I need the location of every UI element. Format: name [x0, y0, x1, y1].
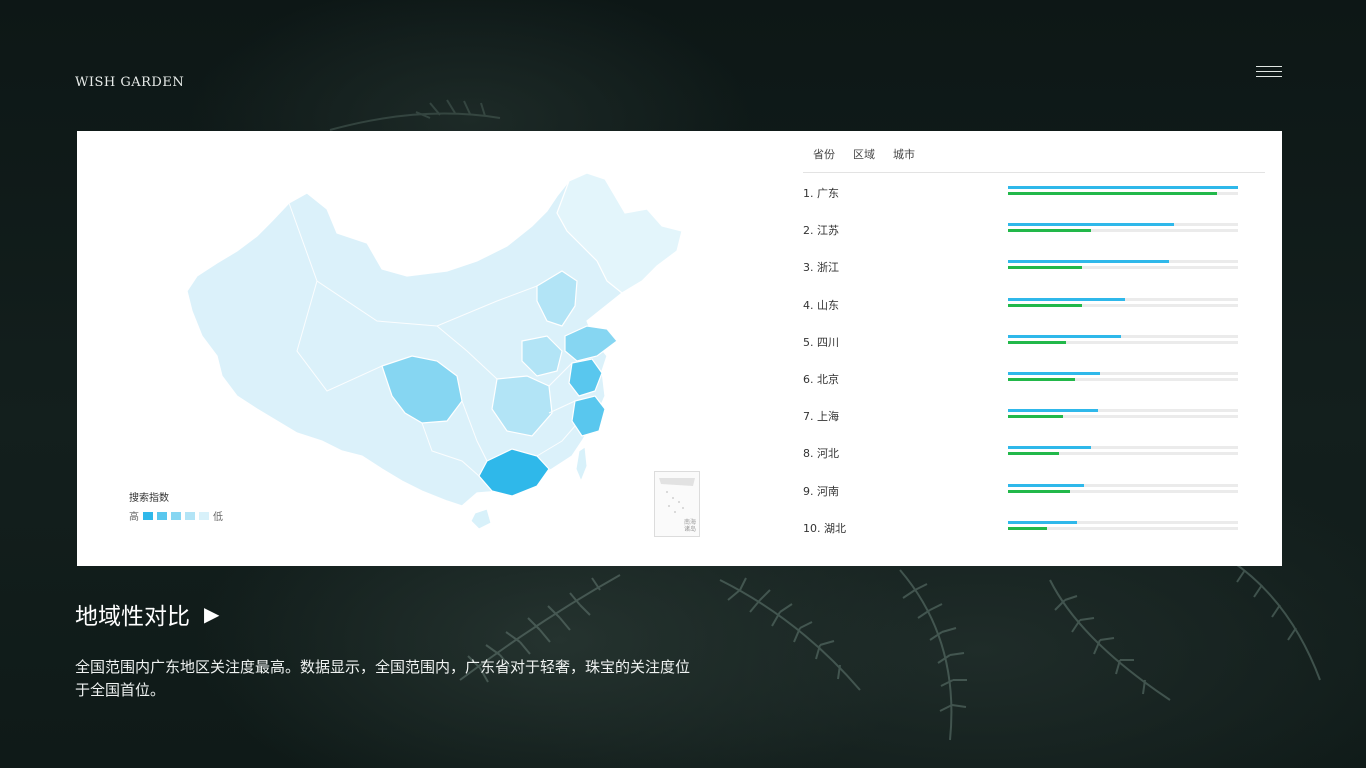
ranking-row: 9. 河南 [803, 479, 1243, 516]
tab-city[interactable]: 城市 [893, 146, 915, 162]
tab-province[interactable]: 省份 [813, 146, 835, 162]
ranking-province-label: 1. 广东 [803, 187, 839, 200]
secondary-index-fill [1008, 415, 1064, 419]
ranking-province-label: 5. 四川 [803, 335, 839, 349]
ranking-row: 10. 湖北 [803, 516, 1243, 553]
ranking-row: 6. 北京 [803, 367, 1243, 404]
play-arrow-icon[interactable]: ▶ [204, 602, 219, 626]
legend-swatch-3 [171, 511, 181, 520]
search-index-fill [1008, 446, 1091, 450]
headline-text: 地域性对比 [75, 604, 190, 630]
legend-swatch-2 [157, 511, 167, 520]
secondary-index-fill [1008, 266, 1082, 270]
secondary-index-bar [1008, 229, 1238, 233]
search-index-bar [1008, 483, 1238, 487]
search-index-fill [1008, 223, 1174, 227]
search-index-fill [1008, 186, 1238, 189]
legend-title: 搜索指数 [129, 493, 169, 504]
tab-region[interactable]: 区域 [853, 146, 875, 162]
secondary-index-fill [1008, 489, 1071, 493]
secondary-index-fill [1008, 452, 1059, 456]
search-index-bar [1008, 371, 1238, 375]
ranking-row: 7. 上海 [803, 404, 1243, 441]
ranking-row: 2. 江苏 [803, 218, 1243, 255]
ranking-province-label: 10. 湖北 [803, 521, 846, 535]
secondary-index-fill [1008, 526, 1048, 530]
search-index-bar [1008, 223, 1238, 227]
region-comparison-card: 搜索指数 高 低 南海 诸岛 省份 区域 城市 1. 广东 2. 江苏 3. 浙… [77, 131, 1282, 566]
legend-swatch-1 [143, 511, 153, 520]
ranking-province-label: 9. 河南 [803, 484, 839, 498]
secondary-index-fill [1008, 377, 1075, 381]
slide-stage: WISH GARDEN 搜索指数 高 低 南海 诸岛 省份 区域 城市 1. 广… [0, 0, 1366, 768]
description-paragraph: 全国范围内广东地区关注度最高。数据显示，全国范围内，广东省对于轻奢，珠宝的关注度… [75, 658, 691, 699]
secondary-index-fill [1008, 303, 1082, 307]
china-province-map [186, 172, 683, 530]
map-region-hainan [470, 508, 492, 530]
ranking-province-label: 6. 北京 [803, 372, 839, 386]
ranking-province-label: 2. 江苏 [803, 224, 839, 238]
search-index-bar [1008, 186, 1238, 189]
legend-swatch-5 [199, 511, 209, 520]
search-index-bar [1008, 446, 1238, 450]
search-index-bar [1008, 334, 1238, 338]
secondary-index-fill [1008, 340, 1066, 344]
secondary-index-bar [1008, 489, 1238, 493]
ranking-province-label: 8. 河北 [803, 447, 839, 461]
search-index-bar [1008, 520, 1238, 524]
ranking-row: 8. 河北 [803, 441, 1243, 478]
search-index-bar [1008, 260, 1238, 264]
ranking-province-label: 3. 浙江 [803, 261, 839, 275]
search-index-fill [1008, 520, 1077, 524]
secondary-index-fill [1008, 192, 1218, 195]
search-index-bar [1008, 297, 1238, 301]
search-index-fill [1008, 334, 1121, 338]
south-china-sea-inset: 南海 诸岛 [654, 471, 700, 537]
brand-logo[interactable]: WISH GARDEN [75, 75, 184, 90]
province-ranking-list: 1. 广东 2. 江苏 3. 浙江 4. 山东 5. 四川 6. 北京 7. 上海 8. 河北… [803, 181, 1243, 553]
legend-swatch-4 [185, 511, 195, 520]
secondary-index-bar [1008, 526, 1238, 530]
secondary-index-bar [1008, 377, 1238, 381]
search-index-fill [1008, 260, 1169, 264]
ranking-row: 5. 四川 [803, 330, 1243, 367]
secondary-index-bar [1008, 192, 1238, 195]
ranking-province-label: 7. 上海 [803, 410, 839, 424]
region-tabs: 省份 区域 城市 [813, 146, 915, 162]
inset-label: 南海 诸岛 [683, 519, 696, 533]
map-legend: 搜索指数 高 低 [129, 489, 223, 523]
secondary-index-bar [1008, 415, 1238, 419]
secondary-index-bar [1008, 303, 1238, 307]
secondary-index-bar [1008, 340, 1238, 344]
secondary-index-fill [1008, 229, 1091, 233]
ranking-row: 4. 山东 [803, 293, 1243, 330]
section-headline: 地域性对比 ▶ [75, 597, 219, 631]
secondary-index-bar [1008, 266, 1238, 270]
ranking-province-label: 4. 山东 [803, 298, 839, 312]
legend-high-label: 高 [129, 512, 139, 523]
ranking-row: 1. 广东 [803, 181, 1243, 218]
search-index-fill [1008, 409, 1098, 413]
search-index-fill [1008, 371, 1100, 375]
search-index-fill [1008, 483, 1084, 487]
search-index-bar [1008, 409, 1238, 413]
tabs-divider [803, 172, 1265, 173]
legend-low-label: 低 [213, 512, 223, 523]
hamburger-menu-icon[interactable] [1256, 66, 1282, 82]
search-index-fill [1008, 297, 1126, 301]
secondary-index-bar [1008, 452, 1238, 456]
map-region-taiwan [575, 446, 588, 483]
ranking-row: 3. 浙江 [803, 255, 1243, 292]
